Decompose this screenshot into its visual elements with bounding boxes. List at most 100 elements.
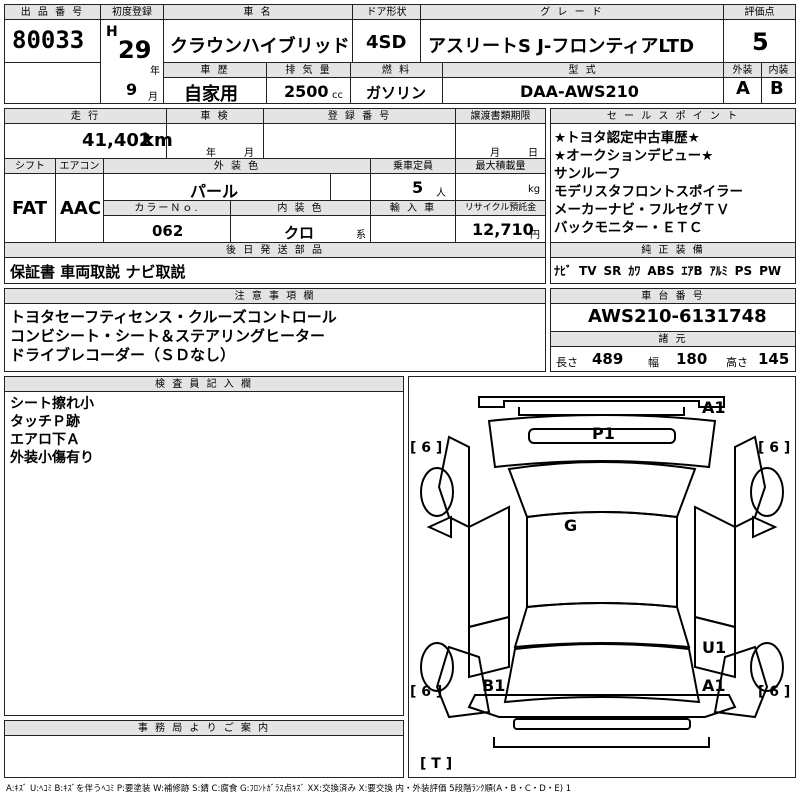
equipment-item: PW [759,264,782,278]
color: パール [190,182,239,201]
spec-label: 諸 元 [551,332,795,347]
damage-mark-a1-bottom: A1 [702,676,726,695]
inspection-year-unit: 年 [206,148,216,159]
month-unit: 月 [148,92,158,103]
ext-label: 外装 [724,63,761,78]
office-label: 事 務 局 よ り ご 案 内 [5,721,403,736]
selling-point-item: ★オークションデビュー★ [554,148,714,164]
equipment-label: 純 正 装 備 [551,243,795,258]
int-color: クロ [284,224,315,242]
history: 自家用 [184,84,238,105]
inspector-notes: シート擦れ小 タッチＰ跡エアロ下Ａ 外装小傷有り [10,395,94,467]
selling-point-item: モデリスタフロントスポイラー [554,184,743,200]
colorno-label: カラーＮｏ. [104,201,230,216]
recycle-unit: 円 [530,230,540,241]
width-label: 幅 [648,356,659,369]
inspection-month-unit: 月 [244,148,254,159]
transfer-label: 譲渡書類期限 [456,109,545,124]
color-label: 外 装 色 [104,159,370,174]
equipment-item: ABS [647,264,675,278]
width: 180 [676,350,708,368]
aircon: AAC [60,198,102,219]
aircon-label: エアコン [56,159,103,174]
int-color-unit: 系 [356,230,366,241]
transfer-month-unit: 月 [490,148,500,159]
height-label: 高さ [726,356,748,369]
notes-list: トヨタセーフティセンス・クルーズコントロール コンビシート・シート＆ステアリングヒ… [10,308,337,365]
load-label: 最大積載量 [456,159,545,174]
note-line: ドライブレコーダー（ＳＤなし） [10,346,236,364]
length-label: 長さ [556,356,578,369]
note-line: コンビシート・シート＆ステアリングヒーター [10,327,326,345]
equipment-item: ｶﾜ [628,264,641,278]
selling-point-item: サンルーフ [554,166,621,182]
import-label: 輸 入 車 [371,201,455,216]
int-grade: B [770,78,784,99]
inspector-note-line: タッチＰ跡 [10,414,80,430]
color-no: 062 [152,222,184,240]
transfer-day-unit: 日 [528,148,538,159]
model-label: 型 式 [443,63,723,78]
selling-points-label: セ ー ル ス ポ イ ン ト [551,109,795,124]
height: 145 [758,350,790,368]
grade-label: グ レ ー ド [421,5,723,20]
regno-label: 登 録 番 号 [264,109,455,124]
selling-point-item: メーカーナビ・フルセグＴＶ [554,202,730,218]
fuel: ガソリン [366,84,427,102]
inspector-note-line: エアロ下Ａ [10,432,80,448]
model: DAA-AWS210 [520,82,639,101]
history-label: 車 歴 [164,63,266,78]
door-label: ドア形状 [353,5,420,20]
reg-year: 29 [118,36,152,64]
displacement: 2500 [284,82,329,101]
selling-point-item: ★トヨタ認定中古車歴★ [554,130,700,146]
displacement-label: 排 気 量 [267,63,350,78]
inspector-note-line: 外装小傷有り [10,450,94,466]
reg-month: 9 [126,80,138,99]
damage-mark-u1: U1 [702,638,727,657]
inspection-label: 車 検 [167,109,263,124]
shift: FAT [12,198,48,219]
equipment-item: ﾅﾋﾞ [554,264,573,278]
seats-unit: 人 [436,188,446,199]
intcolor-label: 内 装 色 [231,201,370,216]
damage-mark-p1: P1 [592,424,615,443]
score: 5 [752,28,769,56]
later-parts: 保証書 車両取説 ナビ取説 [10,263,186,281]
tire-front-right: [ 6 ] [758,440,791,456]
lot-label: 出 品 番 号 [5,5,100,20]
note-line: トヨタセーフティセンス・クルーズコントロール [10,308,337,326]
mileage-unit: km [142,130,173,151]
damage-mark-g: G [564,516,578,535]
shift-label: シフト [5,159,55,174]
chassis-label: 車 台 番 号 [551,289,795,304]
reg-label: 初度登録 [101,5,163,20]
inspector-note-line: シート擦れ小 [10,396,94,412]
recycle-label: リサイクル預託金 [456,201,545,216]
spare-tire: [ T ] [420,756,453,772]
seats-label: 乗車定員 [371,159,455,174]
selling-point-item: バックモニター・ＥＴＣ [554,220,703,236]
equipment-item: ｴｱB [681,264,703,278]
tire-rear-right: [ 6 ] [758,684,791,700]
notes-label: 注 意 事 項 欄 [5,289,545,304]
legend-footer: A:ｷｽﾞ U:ﾍｺﾐ B:ｷｽﾞを伴うﾍｺﾐ P:要塗装 W:補修跡 S:錆 … [6,784,572,794]
chassis-number: AWS210-6131748 [588,306,767,327]
selling-points-list: ★トヨタ認定中古車歴★ ★オークションデビュー★ サンルーフモデリスタフロントスポイ… [554,129,743,237]
lot-number: 80033 [12,26,85,54]
tire-rear-left: [ 6 ] [410,684,443,700]
equipment-item: ｱﾙﾐ [709,264,728,278]
equipment-list: ﾅﾋﾞ TV SR ｶﾜ ABS ｴｱB ｱﾙﾐ PS PW [554,262,788,279]
year-unit: 年 [150,66,160,77]
name-label: 車 名 [164,5,352,20]
tire-front-left: [ 6 ] [410,440,443,456]
ext-grade: A [736,78,750,99]
displacement-unit: cc [332,90,343,101]
score-label: 評価点 [724,5,795,20]
later-parts-label: 後 日 発 送 部 品 [5,243,545,258]
seats: 5 [412,178,424,197]
equipment-item: TV [579,264,597,278]
damage-mark-b1: B1 [482,676,506,695]
era: H [106,24,118,40]
inspector-label: 検 査 員 記 入 欄 [5,377,403,392]
